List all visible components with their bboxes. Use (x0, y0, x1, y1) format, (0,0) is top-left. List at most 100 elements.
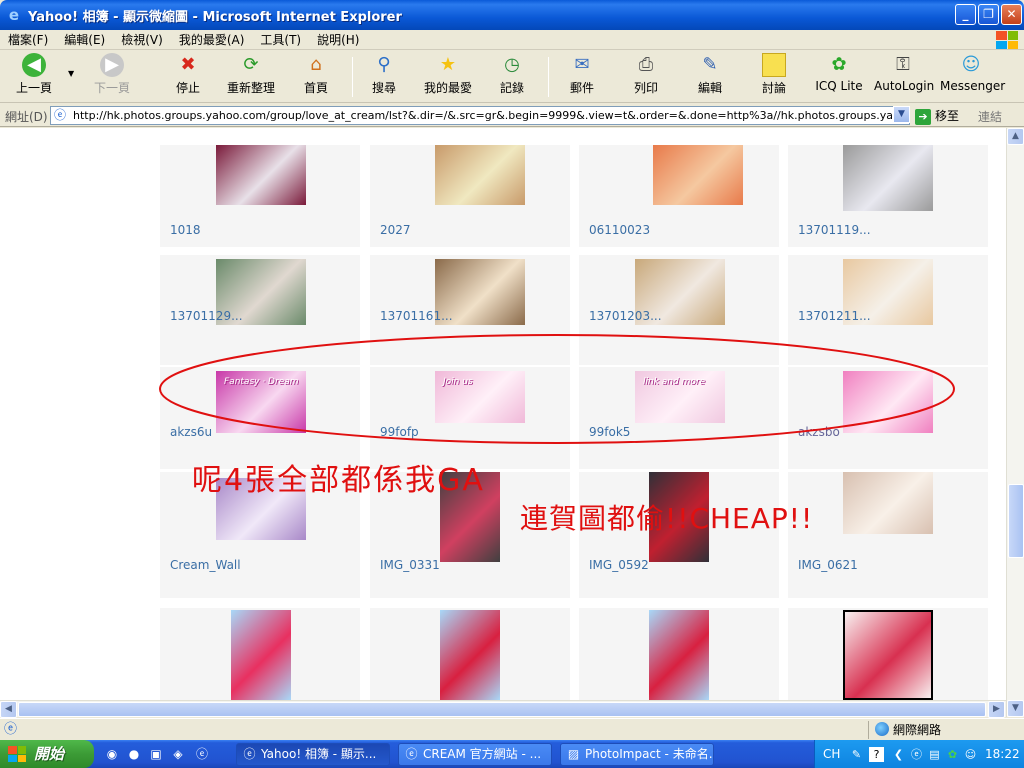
quicklaunch-folder-icon[interactable]: ▣ (148, 746, 164, 762)
photo-cell[interactable] (370, 608, 570, 700)
print-button[interactable]: ⎙ 列印 (628, 53, 664, 96)
forward-button[interactable]: ▶ 下一頁 (90, 53, 134, 96)
tray-messenger-icon[interactable]: ☺ (963, 747, 978, 762)
photo-cell[interactable]: 2027 (370, 145, 570, 247)
task-cream-site[interactable]: ⓔ CREAM 官方網站 - ... (398, 743, 552, 766)
vertical-scroll-thumb[interactable] (1008, 484, 1024, 558)
photo-thumbnail[interactable] (843, 371, 933, 433)
photo-caption-link[interactable]: 06110023 (589, 223, 650, 237)
photo-caption-link[interactable]: akzs6u (170, 425, 212, 439)
photo-thumbnail[interactable]: link and more (635, 371, 725, 423)
photo-caption-link[interactable]: 2027 (380, 223, 411, 237)
go-button[interactable]: ➔ 移至 (915, 107, 959, 125)
photo-caption-link[interactable]: 13701161... (380, 309, 453, 323)
links-toolbar[interactable]: 連結 (978, 108, 1002, 125)
scroll-left-button[interactable]: ◀ (0, 701, 17, 718)
autologin-button[interactable]: ⚿ AutoLogin (874, 53, 934, 93)
menu-file[interactable]: 檔案(F) (0, 31, 56, 48)
address-dropdown-icon[interactable]: ▼ (893, 106, 910, 123)
photo-cell[interactable] (160, 608, 360, 700)
photo-caption-link[interactable]: 13701203... (589, 309, 662, 323)
photo-cell[interactable]: IMG_0621 (788, 472, 988, 598)
photo-thumbnail[interactable] (216, 145, 306, 205)
help-icon[interactable]: ? (869, 747, 884, 762)
photo-caption-link[interactable]: IMG_0331 (380, 558, 440, 572)
quicklaunch-ie-icon[interactable]: ⓔ (194, 746, 210, 762)
restore-button[interactable]: ❐ (978, 4, 999, 25)
scroll-right-button[interactable]: ▶ (988, 701, 1005, 718)
back-button[interactable]: ◀ 上一頁 (12, 53, 56, 96)
photo-thumbnail[interactable]: Join us (435, 371, 525, 423)
menu-favorites[interactable]: 我的最愛(A) (171, 31, 253, 48)
horizontal-scroll-thumb[interactable] (18, 702, 986, 717)
photo-caption-link[interactable]: 99fok5 (589, 425, 630, 439)
photo-caption-link[interactable]: 13701119... (798, 223, 871, 237)
photo-thumbnail[interactable] (440, 610, 500, 700)
quicklaunch-player-icon[interactable]: ● (126, 746, 142, 762)
photo-cell[interactable]: 13701203... (579, 255, 779, 365)
menu-tools[interactable]: 工具(T) (252, 31, 309, 48)
photo-caption-link[interactable]: IMG_0621 (798, 558, 858, 572)
task-yahoo-photos[interactable]: ⓔ Yahoo! 相簿 - 顯示... (236, 743, 390, 766)
photo-thumbnail[interactable] (435, 145, 525, 205)
quicklaunch-media-icon[interactable]: ◉ (104, 746, 120, 762)
mail-button[interactable]: ✉ 郵件 (562, 53, 602, 96)
messenger-button[interactable]: ☺ Messenger (940, 53, 1005, 93)
chevron-left-icon[interactable]: ❮ (891, 747, 906, 762)
horizontal-scrollbar[interactable]: ◀ ▶ (0, 700, 1006, 718)
scroll-up-button[interactable]: ▲ (1007, 128, 1024, 145)
photo-caption-link[interactable]: akzsbo (798, 425, 840, 439)
photo-caption-link[interactable]: 1018 (170, 223, 201, 237)
photo-cell[interactable] (788, 608, 988, 700)
ime-icon[interactable]: ✎ (849, 747, 864, 762)
history-button[interactable]: ◷ 記錄 (494, 53, 530, 96)
photo-thumbnail[interactable] (843, 145, 933, 211)
back-dropdown-icon[interactable]: ▼ (68, 69, 74, 78)
address-input[interactable]: ⓔ http://hk.photos.groups.yahoo.com/grou… (50, 106, 910, 125)
photo-cell[interactable]: 13701161... (370, 255, 570, 365)
photo-caption-link[interactable]: 13701129... (170, 309, 243, 323)
photo-cell[interactable]: 13701211... (788, 255, 988, 365)
photo-cell[interactable]: 1018 (160, 145, 360, 247)
photo-thumbnail[interactable] (843, 610, 933, 700)
menu-help[interactable]: 說明(H) (309, 31, 367, 48)
photo-cell[interactable]: Join us 99fofp (370, 367, 570, 469)
scroll-down-button[interactable]: ▼ (1007, 700, 1024, 717)
title-bar[interactable]: e Yahoo! 相簿 - 顯示微縮圖 - Microsoft Internet… (0, 0, 1024, 30)
photo-cell[interactable] (579, 608, 779, 700)
icq-button[interactable]: ✿ ICQ Lite (814, 53, 864, 93)
quicklaunch-app-icon[interactable]: ◈ (170, 746, 186, 762)
vertical-scrollbar[interactable]: ▲ ▼ (1006, 128, 1024, 717)
photo-cell[interactable]: 13701129... (160, 255, 360, 365)
tray-icq-icon[interactable]: ✿ (945, 747, 960, 762)
photo-caption-link[interactable]: Cream_Wall (170, 558, 241, 572)
photo-cell[interactable]: Fantasy · Dream akzs6u (160, 367, 360, 469)
start-button[interactable]: 開始 (0, 740, 94, 768)
photo-caption-link[interactable]: IMG_0592 (589, 558, 649, 572)
home-button[interactable]: ⌂ 首頁 (298, 53, 334, 96)
close-button[interactable]: ✕ (1001, 4, 1022, 25)
language-indicator[interactable]: CH (823, 747, 840, 761)
minimize-button[interactable]: _ (955, 4, 976, 25)
photo-caption-link[interactable]: 99fofp (380, 425, 419, 439)
tray-network-icon[interactable]: ▤ (927, 747, 942, 762)
photo-thumbnail[interactable]: Fantasy · Dream (216, 371, 306, 433)
tray-ie-icon[interactable]: ⓔ (909, 747, 924, 762)
photo-cell[interactable]: akzsbo (788, 367, 988, 469)
search-button[interactable]: ⚲ 搜尋 (366, 53, 402, 96)
stop-button[interactable]: ✖ 停止 (170, 53, 206, 96)
photo-thumbnail[interactable] (653, 145, 743, 205)
photo-thumbnail[interactable] (231, 610, 291, 700)
edit-button[interactable]: ✎ 編輯 (692, 53, 728, 96)
photo-cell[interactable]: link and more 99fok5 (579, 367, 779, 469)
photo-cell[interactable]: 13701119... (788, 145, 988, 247)
menu-view[interactable]: 檢視(V) (113, 31, 171, 48)
photo-caption-link[interactable]: 13701211... (798, 309, 871, 323)
photo-thumbnail[interactable] (843, 472, 933, 534)
photo-cell[interactable]: 06110023 (579, 145, 779, 247)
menu-edit[interactable]: 編輯(E) (56, 31, 113, 48)
favorites-button[interactable]: ★ 我的最愛 (422, 53, 474, 96)
task-photoimpact[interactable]: ▨ PhotoImpact - 未命名... (560, 743, 714, 766)
refresh-button[interactable]: ⟳ 重新整理 (224, 53, 278, 96)
discuss-button[interactable]: 討論 (756, 53, 792, 96)
